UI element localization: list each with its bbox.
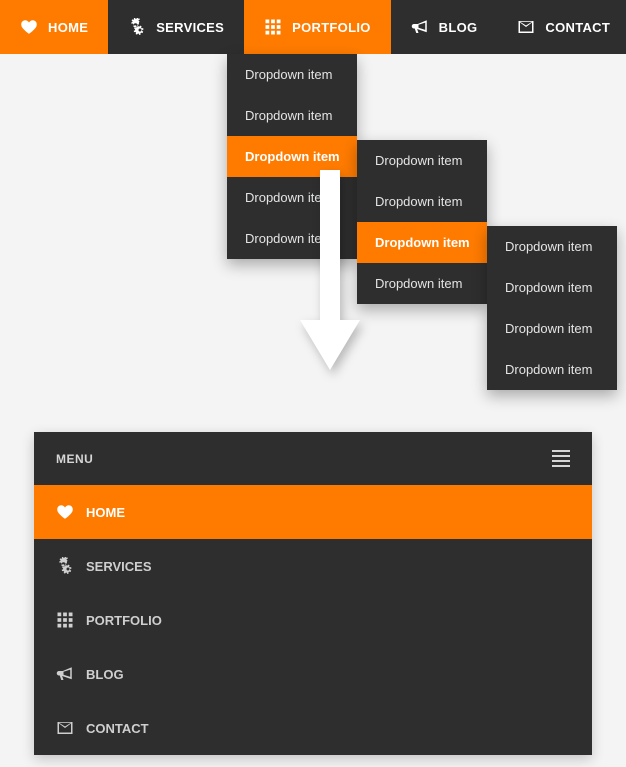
bullhorn-icon bbox=[56, 665, 74, 683]
heart-icon bbox=[20, 18, 38, 36]
dropdown-item[interactable]: Dropdown item bbox=[357, 140, 487, 181]
mobile-item-label: SERVICES bbox=[86, 559, 152, 574]
dropdown-level-3: Dropdown item Dropdown item Dropdown ite… bbox=[487, 226, 617, 390]
mobile-menu-title: MENU bbox=[56, 452, 93, 466]
dropdown-item[interactable]: Dropdown item bbox=[487, 308, 617, 349]
dropdown-item[interactable]: Dropdown item bbox=[357, 263, 487, 304]
mobile-item-portfolio[interactable]: PORTFOLIO bbox=[34, 593, 592, 647]
mobile-item-label: PORTFOLIO bbox=[86, 613, 162, 628]
nav-label: PORTFOLIO bbox=[292, 20, 371, 35]
gears-icon bbox=[128, 18, 146, 36]
dropdown-item[interactable]: Dropdown item bbox=[357, 222, 487, 263]
dropdown-level-2: Dropdown item Dropdown item Dropdown ite… bbox=[357, 140, 487, 304]
grid-icon bbox=[56, 611, 74, 629]
mobile-item-label: BLOG bbox=[86, 667, 124, 682]
dropdown-item[interactable]: Dropdown item bbox=[357, 181, 487, 222]
mobile-item-home[interactable]: HOME bbox=[34, 485, 592, 539]
mobile-item-services[interactable]: SERVICES bbox=[34, 539, 592, 593]
dropdown-item[interactable]: Dropdown item bbox=[227, 95, 357, 136]
nav-label: HOME bbox=[48, 20, 88, 35]
nav-portfolio[interactable]: PORTFOLIO bbox=[244, 0, 391, 54]
mobile-item-label: HOME bbox=[86, 505, 125, 520]
nav-services[interactable]: SERVICES bbox=[108, 0, 244, 54]
nav-label: BLOG bbox=[439, 20, 478, 35]
mobile-item-contact[interactable]: CONTACT bbox=[34, 701, 592, 755]
gears-icon bbox=[56, 557, 74, 575]
nav-home[interactable]: HOME bbox=[0, 0, 108, 54]
nav-label: SERVICES bbox=[156, 20, 224, 35]
heart-icon bbox=[56, 503, 74, 521]
nav-blog[interactable]: BLOG bbox=[391, 0, 498, 54]
mobile-menu: MENU HOME SERVICES PORTFOLIO BLOG CONTAC… bbox=[34, 432, 592, 755]
dropdown-item[interactable]: Dropdown item bbox=[487, 267, 617, 308]
mobile-menu-header: MENU bbox=[34, 432, 592, 485]
dropdown-item[interactable]: Dropdown item bbox=[487, 349, 617, 390]
bullhorn-icon bbox=[411, 18, 429, 36]
dropdown-item[interactable]: Dropdown item bbox=[227, 54, 357, 95]
mobile-item-label: CONTACT bbox=[86, 721, 149, 736]
mobile-item-blog[interactable]: BLOG bbox=[34, 647, 592, 701]
arrow-down-icon bbox=[300, 170, 360, 375]
grid-icon bbox=[264, 18, 282, 36]
envelope-icon bbox=[517, 18, 535, 36]
dropdown-item[interactable]: Dropdown item bbox=[487, 226, 617, 267]
nav-label: CONTACT bbox=[545, 20, 610, 35]
hamburger-icon[interactable] bbox=[552, 450, 570, 467]
nav-contact[interactable]: CONTACT bbox=[497, 0, 626, 54]
top-nav: HOME SERVICES PORTFOLIO BLOG CONTACT bbox=[0, 0, 626, 54]
